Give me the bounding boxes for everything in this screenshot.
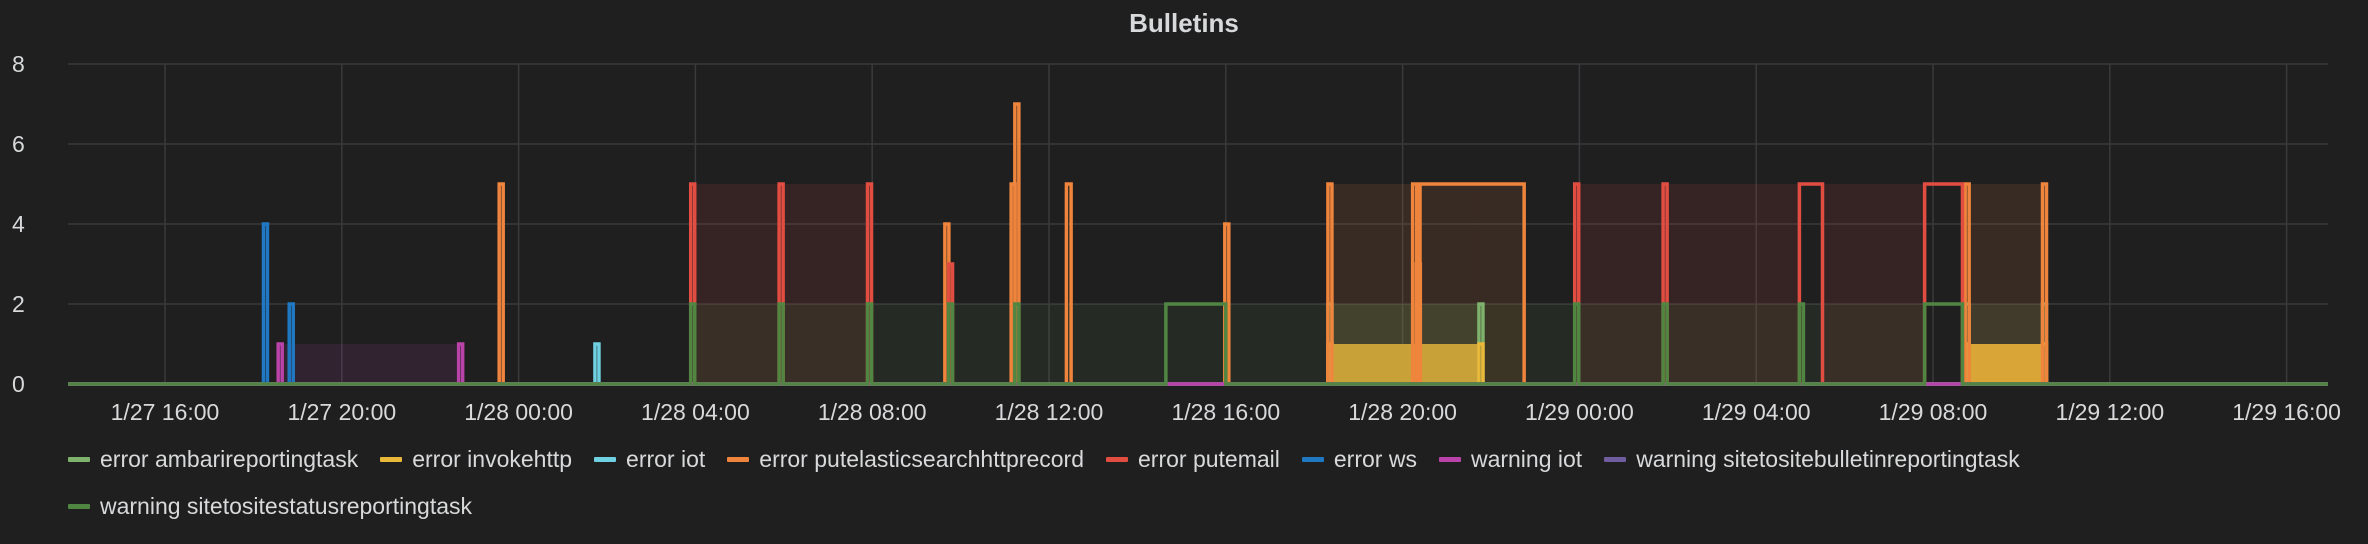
legend-swatch bbox=[1604, 457, 1627, 462]
legend-swatch bbox=[727, 457, 750, 462]
x-tick-label: 1/28 00:00 bbox=[464, 399, 573, 425]
legend-label: error iot bbox=[626, 446, 706, 472]
legend-swatch bbox=[1301, 457, 1324, 462]
series-error-putelasticsearchhttprecord-fill bbox=[1966, 184, 2044, 384]
x-tick-label: 1/28 20:00 bbox=[1348, 399, 1457, 425]
legend-label: error putemail bbox=[1138, 446, 1280, 472]
legend-label: error ws bbox=[1333, 446, 1417, 472]
legend-swatch bbox=[68, 457, 90, 462]
x-tick-label: 1/29 00:00 bbox=[1525, 399, 1634, 425]
legend-item-error-ambarireportingtask[interactable]: error ambarireportingtask bbox=[68, 446, 358, 473]
legend-label: warning sitetositestatusreportingtask bbox=[100, 493, 473, 519]
series-warning-sitetositestatusreportingtask-fill bbox=[1575, 304, 1665, 384]
x-tick-label: 1/28 12:00 bbox=[995, 399, 1104, 425]
legend-label: warning sitetositebulletinreportingtask bbox=[1636, 446, 2020, 472]
legend-swatch bbox=[380, 457, 403, 462]
x-tick-label: 1/27 16:00 bbox=[111, 399, 220, 425]
x-tick-label: 1/28 04:00 bbox=[641, 399, 750, 425]
y-tick-label: 8 bbox=[12, 51, 25, 77]
x-tick-label: 1/29 12:00 bbox=[2055, 399, 2164, 425]
area-fills bbox=[279, 184, 2044, 384]
legend-label: error ambarireportingtask bbox=[100, 446, 359, 472]
legend-item-warning-iot[interactable]: warning iot bbox=[1438, 446, 1583, 473]
legend-item-error-putelasticsearchhttprecord[interactable]: error putelasticsearchhttprecord bbox=[727, 446, 1084, 473]
legend-item-error-invokehttp[interactable]: error invokehttp bbox=[380, 446, 572, 473]
y-tick-label: 2 bbox=[12, 291, 25, 317]
series-warning-sitetositestatusreportingtask-fill bbox=[780, 304, 869, 384]
series-warning-sitetositestatusreportingtask-fill bbox=[1166, 304, 1226, 384]
x-tick-label: 1/29 04:00 bbox=[1702, 399, 1811, 425]
bulletins-chart: 0 2 4 6 8 1/27 16:00 1/27 20:00 1/28 00:00 1/28 … bbox=[12, 51, 2341, 425]
legend-label: warning iot bbox=[1470, 446, 1583, 472]
legend-label: error invokehttp bbox=[412, 446, 573, 472]
series-warning-sitetositestatusreportingtask-fill bbox=[949, 304, 1016, 384]
y-tick-label: 4 bbox=[12, 211, 25, 237]
series-warning-sitetositestatusreportingtask-fill bbox=[1015, 304, 1167, 384]
x-tick-label: 1/27 20:00 bbox=[287, 399, 396, 425]
legend-item-error-putemail[interactable]: error putemail bbox=[1106, 446, 1280, 473]
series-warning-iot-fill bbox=[279, 344, 460, 384]
x-tick-label: 1/29 16:00 bbox=[2232, 399, 2341, 425]
legend-item-error-ws[interactable]: error ws bbox=[1301, 446, 1417, 473]
legend-item-error-iot[interactable]: error iot bbox=[594, 446, 705, 473]
legend-swatch bbox=[594, 457, 617, 462]
legend-label: error putelasticsearchhttprecord bbox=[759, 446, 1084, 472]
legend-swatch bbox=[1106, 457, 1128, 462]
legend-item-warning-sitetositebulletinreportingtask[interactable]: warning sitetositebulletinreportingtask bbox=[1604, 446, 2020, 473]
legend-swatch bbox=[1438, 457, 1461, 462]
x-tick-label: 1/28 16:00 bbox=[1171, 399, 1280, 425]
legend-swatch bbox=[68, 504, 90, 509]
series-warning-sitetositestatusreportingtask-fill bbox=[1800, 304, 1926, 384]
y-tick-label: 0 bbox=[12, 371, 25, 397]
x-tick-label: 1/28 08:00 bbox=[818, 399, 927, 425]
series-warning-sitetositestatusreportingtask-fill bbox=[868, 304, 950, 384]
series-warning-sitetositestatusreportingtask-fill bbox=[1664, 304, 1801, 384]
series-warning-sitetositestatusreportingtask-fill bbox=[691, 304, 781, 384]
legend-item-warning-sitetositestatusreportingtask[interactable]: warning sitetositestatusreportingtask bbox=[68, 493, 472, 520]
x-tick-label: 1/29 08:00 bbox=[1879, 399, 1988, 425]
bulletins-panel: Bulletins 0 2 4 6 8 1/27 16:00 1/27 20:00 1/28 … bbox=[0, 0, 2368, 544]
y-tick-label: 6 bbox=[12, 131, 25, 157]
legend: error ambarireportingtask error invokehtt… bbox=[68, 446, 2308, 520]
